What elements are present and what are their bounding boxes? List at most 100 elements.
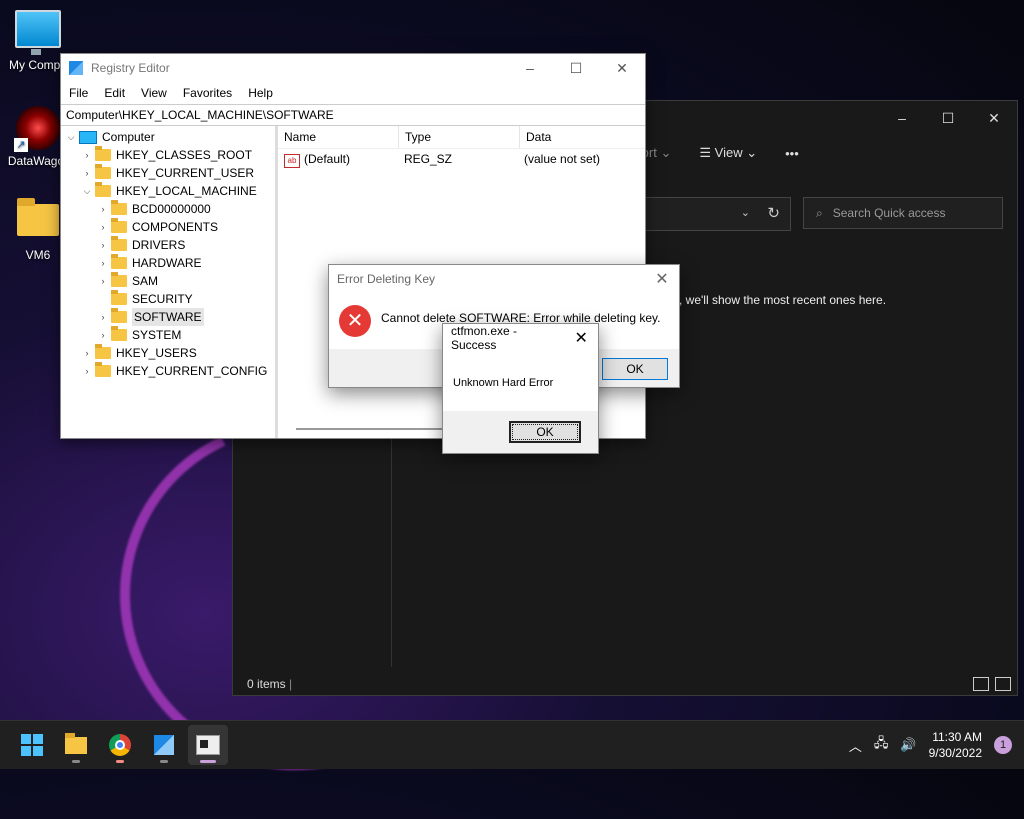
- clock[interactable]: 11:30 AM 9/30/2022: [929, 729, 982, 761]
- chevron-right-icon[interactable]: ›: [81, 344, 93, 362]
- chevron-right-icon[interactable]: ›: [97, 254, 109, 272]
- folder-icon: [111, 326, 127, 341]
- value-row[interactable]: ab (Default) REG_SZ (value not set): [278, 149, 645, 169]
- minimize-button[interactable]: –: [507, 60, 553, 76]
- folder-icon: [111, 308, 127, 323]
- chevron-right-icon[interactable]: ›: [97, 272, 109, 290]
- volume-icon[interactable]: 🔊: [900, 737, 916, 753]
- tree-item-hkcu[interactable]: › HKEY_CURRENT_USER: [61, 164, 275, 182]
- values-header: Name Type Data: [278, 126, 645, 149]
- maximize-button[interactable]: ☐: [925, 110, 971, 127]
- horizontal-scrollbar[interactable]: [296, 428, 446, 430]
- chevron-right-icon[interactable]: ›: [97, 218, 109, 236]
- window-icon: [196, 735, 220, 755]
- folder-icon: [95, 344, 111, 359]
- tree-item-computer[interactable]: ⌵ Computer: [61, 128, 275, 146]
- ok-button[interactable]: OK: [509, 421, 581, 443]
- ctfmon-success-dialog: ctfmon.exe - Success ✕ Unknown Hard Erro…: [442, 323, 599, 454]
- menu-favorites[interactable]: Favorites: [175, 86, 240, 100]
- menu-view[interactable]: View: [133, 86, 175, 100]
- chevron-right-icon[interactable]: ›: [97, 308, 109, 326]
- selected-key-label: SOFTWARE: [132, 308, 204, 326]
- tree-item-software[interactable]: › SOFTWARE: [61, 308, 275, 326]
- folder-icon: [95, 164, 111, 179]
- dialog-titlebar: Error Deleting Key ✕: [329, 265, 679, 293]
- column-header-type[interactable]: Type: [399, 126, 520, 148]
- view-icon: ☰: [699, 145, 712, 160]
- folder-icon: [111, 254, 127, 269]
- chevron-right-icon[interactable]: ›: [97, 236, 109, 254]
- error-icon: ✕: [339, 305, 371, 337]
- details-view-icon[interactable]: [973, 677, 989, 691]
- taskbar-file-explorer[interactable]: [56, 725, 96, 765]
- chevron-right-icon[interactable]: ›: [97, 326, 109, 344]
- search-placeholder: Search Quick access: [832, 206, 946, 220]
- shortcut-arrow-icon: ↗: [14, 138, 28, 152]
- tree-item-hklm[interactable]: ⌵ HKEY_LOCAL_MACHINE: [61, 182, 275, 200]
- regedit-app-icon: [69, 61, 83, 75]
- computer-icon: [79, 130, 97, 144]
- menu-bar: File Edit View Favorites Help: [61, 82, 645, 104]
- tree-item-drivers[interactable]: › DRIVERS: [61, 236, 275, 254]
- status-bar-count: 0 items |: [247, 677, 293, 691]
- more-options-button[interactable]: •••: [785, 146, 799, 161]
- dialog-title: Error Deleting Key: [337, 272, 436, 286]
- tree-item-system[interactable]: › SYSTEM: [61, 326, 275, 344]
- start-button[interactable]: [12, 725, 52, 765]
- chevron-down-icon[interactable]: ⌵: [65, 128, 77, 146]
- folder-icon: [95, 182, 111, 197]
- notification-badge[interactable]: 1: [994, 736, 1012, 754]
- taskbar-chrome[interactable]: [100, 725, 140, 765]
- chevron-right-icon[interactable]: ›: [81, 146, 93, 164]
- chevron-right-icon[interactable]: ›: [81, 362, 93, 380]
- clock-time: 11:30 AM: [932, 730, 982, 744]
- chrome-icon: [109, 734, 131, 756]
- tree-item-components[interactable]: › COMPONENTS: [61, 218, 275, 236]
- chevron-down-icon[interactable]: ⌵: [81, 182, 93, 200]
- success-message: Unknown Hard Error: [453, 377, 554, 389]
- chevron-right-icon[interactable]: ›: [81, 164, 93, 182]
- menu-edit[interactable]: Edit: [96, 86, 133, 100]
- view-button[interactable]: ☰ View ⌄: [699, 145, 757, 161]
- dialog-titlebar: ctfmon.exe - Success ✕: [443, 324, 598, 352]
- explorer-address-bar[interactable]: ⌄ ↻: [643, 197, 791, 231]
- network-icon[interactable]: 🖧: [874, 734, 889, 756]
- tree-item-security[interactable]: SECURITY: [61, 290, 275, 308]
- folder-icon: [95, 362, 111, 377]
- ok-button[interactable]: OK: [602, 358, 668, 380]
- tree-item-sam[interactable]: › SAM: [61, 272, 275, 290]
- tree-item-hardware[interactable]: › HARDWARE: [61, 254, 275, 272]
- chevron-up-icon[interactable]: ︿: [849, 736, 862, 755]
- tree-item-hkcr[interactable]: › HKEY_CLASSES_ROOT: [61, 146, 275, 164]
- tiles-view-icon[interactable]: [995, 677, 1011, 691]
- close-button[interactable]: ✕: [971, 110, 1017, 127]
- monitor-icon: [15, 10, 61, 55]
- chevron-down-icon[interactable]: ⌄: [741, 206, 750, 219]
- folder-icon: [95, 146, 111, 161]
- menu-help[interactable]: Help: [240, 86, 281, 100]
- taskbar-registry-editor[interactable]: [144, 725, 184, 765]
- minimize-button[interactable]: –: [879, 110, 925, 126]
- folder-icon: [65, 732, 87, 754]
- column-header-name[interactable]: Name: [278, 126, 399, 148]
- tree-item-hku[interactable]: › HKEY_USERS: [61, 344, 275, 362]
- folder-icon: [111, 200, 127, 215]
- close-button[interactable]: ✕: [599, 60, 645, 77]
- search-input[interactable]: ⌕ Search Quick access: [803, 197, 1003, 229]
- registry-address-bar[interactable]: Computer\HKEY_LOCAL_MACHINE\SOFTWARE: [61, 104, 645, 126]
- clock-date: 9/30/2022: [928, 746, 982, 760]
- tree-item-hkcc[interactable]: › HKEY_CURRENT_CONFIG: [61, 362, 275, 380]
- menu-file[interactable]: File: [61, 86, 96, 100]
- tree-item-bcd[interactable]: › BCD00000000: [61, 200, 275, 218]
- regedit-titlebar: Registry Editor – ☐ ✕: [61, 54, 645, 82]
- maximize-button[interactable]: ☐: [553, 60, 599, 77]
- empty-folder-message: s, we'll show the most recent ones here.: [673, 293, 887, 307]
- close-button[interactable]: ✕: [645, 269, 679, 289]
- refresh-icon[interactable]: ↻: [767, 204, 780, 222]
- taskbar-console-app[interactable]: [188, 725, 228, 765]
- folder-icon: [111, 236, 127, 251]
- close-button[interactable]: ✕: [564, 328, 598, 348]
- chevron-right-icon[interactable]: ›: [97, 200, 109, 218]
- column-header-data[interactable]: Data: [520, 126, 626, 148]
- folder-icon: [111, 290, 127, 305]
